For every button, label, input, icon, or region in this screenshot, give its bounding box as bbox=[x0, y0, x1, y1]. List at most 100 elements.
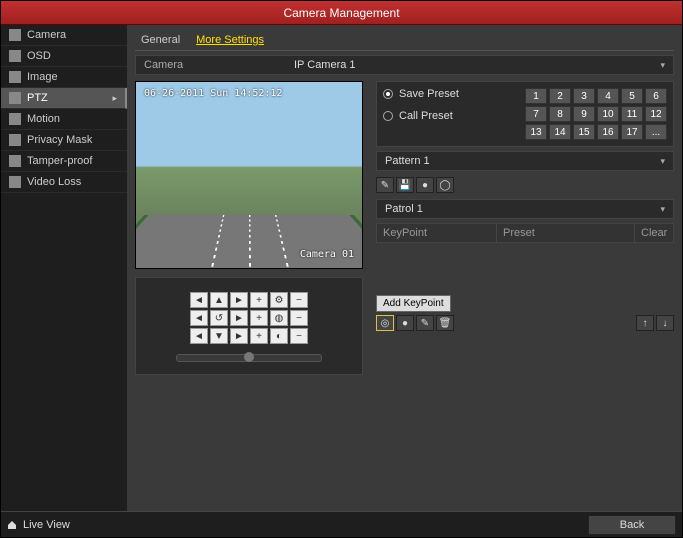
sidebar-item-osd[interactable]: OSD bbox=[1, 46, 127, 67]
ptz-focus-out[interactable]: − bbox=[290, 310, 308, 326]
patrol-header[interactable]: Patrol 1 ▾ bbox=[376, 199, 674, 219]
ptz-panel: ◄ ▲ ► + ⚙ − ◄ ↺ ► + ◍ − ◄ ▼ ► bbox=[135, 277, 363, 375]
ptz-up-right[interactable]: ► bbox=[230, 292, 248, 308]
preview-timestamp: 06-26-2011 Sun 14:52:12 bbox=[144, 88, 282, 99]
radio-icon bbox=[383, 89, 393, 99]
sidebar-item-privacy-mask[interactable]: Privacy Mask bbox=[1, 130, 127, 151]
preset-11[interactable]: 11 bbox=[621, 106, 643, 122]
call-preset-radio[interactable]: Call Preset bbox=[383, 110, 459, 122]
preset-16[interactable]: 16 bbox=[597, 124, 619, 140]
preset-5[interactable]: 5 bbox=[621, 88, 643, 104]
preset-17[interactable]: 17 bbox=[621, 124, 643, 140]
chevron-down-icon: ▾ bbox=[660, 60, 665, 71]
sidebar-item-image[interactable]: Image bbox=[1, 67, 127, 88]
back-button[interactable]: Back bbox=[588, 515, 676, 535]
camera-select-row[interactable]: Camera IP Camera 1 ▾ bbox=[135, 55, 674, 75]
ptz-up[interactable]: ▲ bbox=[210, 292, 228, 308]
preset-number-grid: 1 2 3 4 5 6 7 8 9 10 11 12 13 14 bbox=[525, 88, 667, 140]
preset-4[interactable]: 4 bbox=[597, 88, 619, 104]
patrol-delete-button[interactable]: 🗑 bbox=[436, 315, 454, 331]
loss-icon bbox=[9, 176, 21, 188]
ptz-right[interactable]: ► bbox=[230, 310, 248, 326]
ptz-grid: ◄ ▲ ► + ⚙ − ◄ ↺ ► + ◍ − ◄ ▼ ► bbox=[176, 292, 322, 344]
ptz-zoom-icon[interactable]: ⚙ bbox=[270, 292, 288, 308]
sidebar-item-label: Tamper-proof bbox=[27, 155, 92, 167]
radio-label: Save Preset bbox=[399, 88, 459, 100]
ptz-left[interactable]: ◄ bbox=[190, 310, 208, 326]
ptz-iris-in[interactable]: + bbox=[250, 328, 268, 344]
sidebar-item-motion[interactable]: Motion bbox=[1, 109, 127, 130]
right-column: Save Preset Call Preset 1 2 3 4 5 6 7 8 … bbox=[376, 81, 674, 505]
body-grid: 06-26-2011 Sun 14:52:12 Camera 01 ◄ ▲ ► … bbox=[135, 81, 674, 505]
ptz-speed-slider[interactable] bbox=[176, 354, 322, 362]
ptz-down[interactable]: ▼ bbox=[210, 328, 228, 344]
preset-10[interactable]: 10 bbox=[597, 106, 619, 122]
ptz-iris-out[interactable]: − bbox=[290, 328, 308, 344]
col-preset: Preset bbox=[497, 224, 635, 242]
ptz-auto[interactable]: ↺ bbox=[210, 310, 228, 326]
left-column: 06-26-2011 Sun 14:52:12 Camera 01 ◄ ▲ ► … bbox=[135, 81, 370, 505]
patrol-tools-right: ↑ ↓ bbox=[636, 315, 674, 331]
preset-14[interactable]: 14 bbox=[549, 124, 571, 140]
chevron-down-icon: ▾ bbox=[660, 204, 665, 215]
home-icon bbox=[7, 520, 17, 530]
tab-general[interactable]: General bbox=[141, 31, 180, 50]
move-up-button[interactable]: ↑ bbox=[636, 315, 654, 331]
preset-more[interactable]: ... bbox=[645, 124, 667, 140]
preset-8[interactable]: 8 bbox=[549, 106, 571, 122]
sidebar-item-tamper-proof[interactable]: Tamper-proof bbox=[1, 151, 127, 172]
chevron-right-icon: ▸ bbox=[112, 93, 117, 104]
live-view-label: Live View bbox=[23, 519, 70, 531]
main: Camera OSD Image PTZ▸ Motion Privacy Mas… bbox=[1, 25, 682, 511]
ptz-zoom-out[interactable]: − bbox=[290, 292, 308, 308]
preset-2[interactable]: 2 bbox=[549, 88, 571, 104]
patrol-edit-button[interactable]: ✎ bbox=[416, 315, 434, 331]
pattern-tools: ✎ 💾 ● ◯ bbox=[376, 175, 674, 195]
ptz-iris-icon[interactable]: ◐ bbox=[270, 328, 288, 344]
preset-3[interactable]: 3 bbox=[573, 88, 595, 104]
ptz-down-right[interactable]: ► bbox=[230, 328, 248, 344]
move-down-button[interactable]: ↓ bbox=[656, 315, 674, 331]
preset-9[interactable]: 9 bbox=[573, 106, 595, 122]
pattern-stop-button[interactable]: ◯ bbox=[436, 177, 454, 193]
sidebar-item-camera[interactable]: Camera bbox=[1, 25, 127, 46]
ptz-focus-icon[interactable]: ◍ bbox=[270, 310, 288, 326]
sidebar-item-ptz[interactable]: PTZ▸ bbox=[1, 88, 127, 109]
radio-icon bbox=[383, 111, 393, 121]
col-keypoint: KeyPoint bbox=[377, 224, 497, 242]
sidebar-item-label: Motion bbox=[27, 113, 60, 125]
sidebar-item-label: Video Loss bbox=[27, 176, 81, 188]
tab-more-settings[interactable]: More Settings bbox=[196, 31, 264, 50]
pattern-save-button[interactable]: 💾 bbox=[396, 177, 414, 193]
ptz-down-left[interactable]: ◄ bbox=[190, 328, 208, 344]
video-preview: 06-26-2011 Sun 14:52:12 Camera 01 bbox=[135, 81, 363, 269]
pattern-header[interactable]: Pattern 1 ▾ bbox=[376, 151, 674, 171]
preset-15[interactable]: 15 bbox=[573, 124, 595, 140]
live-view-button[interactable]: Live View bbox=[7, 519, 70, 531]
pattern-title: Pattern 1 bbox=[385, 155, 430, 167]
ptz-zoom-in[interactable]: + bbox=[250, 292, 268, 308]
image-icon bbox=[9, 71, 21, 83]
footer: Live View Back bbox=[1, 511, 682, 537]
add-keypoint-tooltip: Add KeyPoint bbox=[376, 295, 451, 312]
preset-12[interactable]: 12 bbox=[645, 106, 667, 122]
save-preset-radio[interactable]: Save Preset bbox=[383, 88, 459, 100]
chevron-down-icon: ▾ bbox=[660, 156, 665, 167]
sidebar-item-video-loss[interactable]: Video Loss bbox=[1, 172, 127, 193]
preset-13[interactable]: 13 bbox=[525, 124, 547, 140]
preset-1[interactable]: 1 bbox=[525, 88, 547, 104]
camera-icon bbox=[9, 29, 21, 41]
ptz-focus-in[interactable]: + bbox=[250, 310, 268, 326]
patrol-table-header: KeyPoint Preset Clear bbox=[376, 223, 674, 243]
sidebar: Camera OSD Image PTZ▸ Motion Privacy Mas… bbox=[1, 25, 127, 511]
preset-6[interactable]: 6 bbox=[645, 88, 667, 104]
tabs: General More Settings bbox=[135, 31, 674, 51]
patrol-play-button[interactable]: ● bbox=[396, 315, 414, 331]
add-keypoint-button[interactable]: ◎ bbox=[376, 315, 394, 331]
ptz-up-left[interactable]: ◄ bbox=[190, 292, 208, 308]
preview-camera-name: Camera 01 bbox=[300, 249, 354, 260]
pattern-record-button[interactable]: ● bbox=[416, 177, 434, 193]
pattern-edit-button[interactable]: ✎ bbox=[376, 177, 394, 193]
patrol-toolbar: Add KeyPoint ◎ ● ✎ 🗑 ↑ ↓ bbox=[376, 315, 674, 331]
preset-7[interactable]: 7 bbox=[525, 106, 547, 122]
